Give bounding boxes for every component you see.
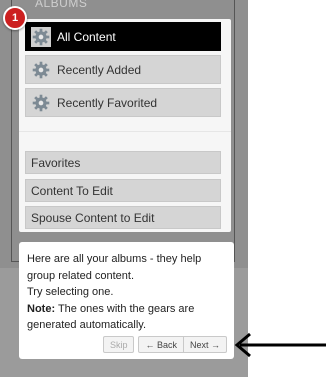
album-item-recently-favorited[interactable]: Recently Favorited — [25, 88, 221, 117]
gear-icon — [31, 60, 51, 80]
back-button[interactable]: ← Back — [138, 336, 184, 353]
skip-button[interactable]: Skip — [102, 336, 135, 353]
album-item-label: Recently Favorited — [57, 95, 158, 110]
tour-step-badge: 1 — [3, 6, 27, 30]
tooltip-note-line: Note: The ones with the gears are — [27, 301, 226, 318]
tooltip-buttons: Skip ← Back Next → — [102, 336, 227, 353]
album-item-favorites[interactable]: Favorites — [25, 151, 221, 174]
gear-icon — [31, 93, 51, 113]
tour-tooltip: Here are all your albums - they help gro… — [19, 242, 234, 359]
album-item-label: Favorites — [31, 155, 81, 170]
annotation-arrow-icon — [234, 332, 326, 358]
albums-heading: ALBUMS — [35, 0, 88, 10]
tooltip-text-line: generated automatically. — [27, 319, 147, 331]
album-list-divider — [19, 131, 231, 132]
album-item-label: Content To Edit — [31, 183, 113, 198]
tour-nav-group: ← Back Next → — [138, 336, 227, 353]
tooltip-note-label: Note: — [27, 302, 56, 315]
album-item-label: Spouse Content to Edit — [31, 210, 155, 225]
album-list: All Content Recently Added Recently Favo… — [19, 19, 231, 232]
tooltip-text-line: group related content. — [27, 269, 135, 282]
next-button[interactable]: Next → — [183, 336, 227, 353]
album-item-label: Recently Added — [57, 62, 142, 77]
tooltip-text-line: Here are all your albums - they help — [27, 253, 202, 265]
tooltip-note-text: The ones with the gears are — [55, 302, 195, 315]
album-item-all-content[interactable]: All Content — [25, 22, 221, 51]
album-item-label: All Content — [57, 29, 116, 44]
album-item-spouse-content[interactable]: Spouse Content to Edit — [25, 206, 221, 229]
gear-icon — [31, 26, 51, 47]
album-item-content-to-edit[interactable]: Content To Edit — [25, 179, 221, 202]
tooltip-text-line: Try selecting one. — [27, 286, 114, 298]
album-item-recently-added[interactable]: Recently Added — [25, 55, 221, 84]
